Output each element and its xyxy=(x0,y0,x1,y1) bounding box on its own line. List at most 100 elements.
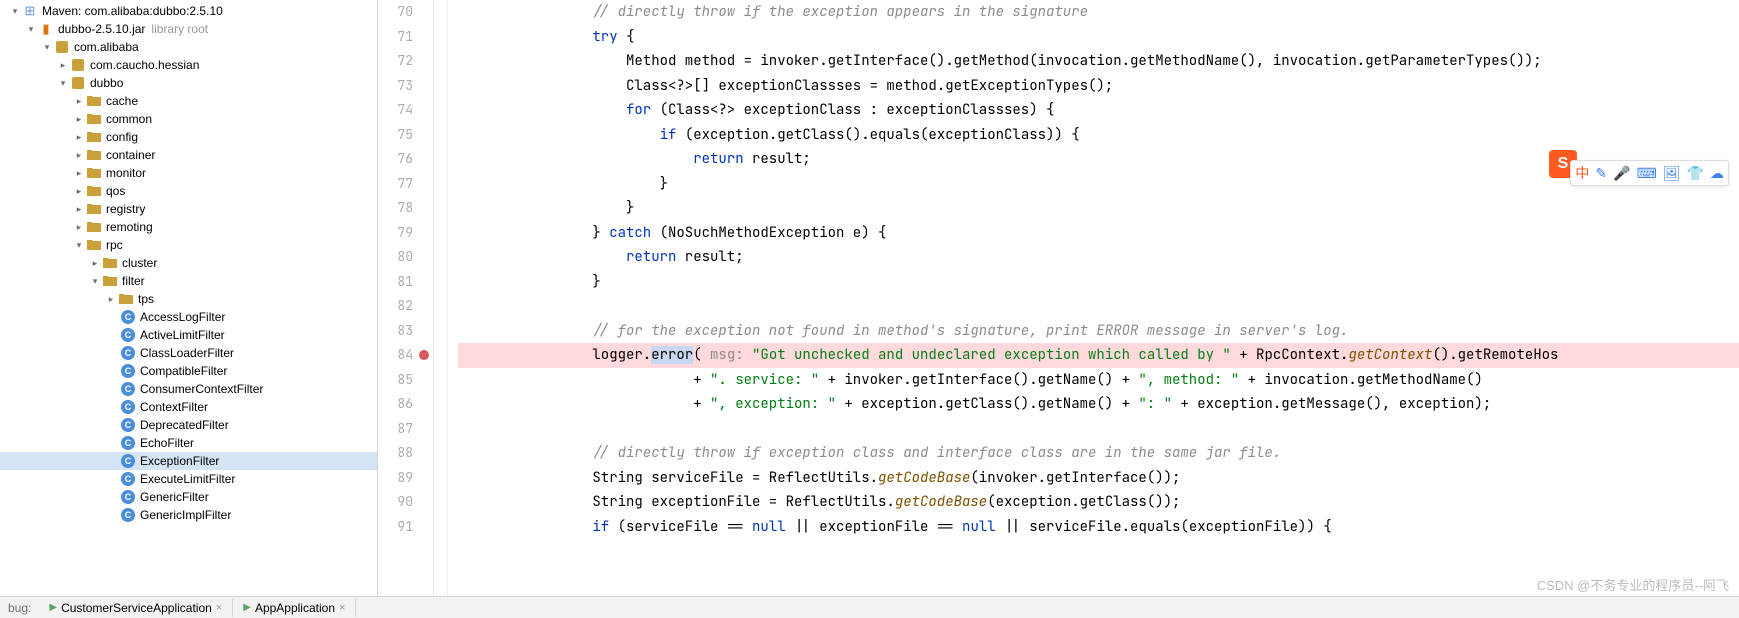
ime-edit-icon[interactable]: ✎ xyxy=(1595,165,1607,182)
tree-maven-root[interactable]: ▾ ⊞ Maven: com.alibaba:dubbo:2.5.10 xyxy=(0,2,377,20)
tree-class[interactable]: CExceptionFilter xyxy=(0,452,377,470)
tree-class[interactable]: C AccessLogFilter xyxy=(0,308,377,326)
code-line[interactable]: } catch (NoSuchMethodException e) { xyxy=(458,221,1739,246)
line-number[interactable]: 91 xyxy=(378,515,413,540)
line-number[interactable]: 90 xyxy=(378,490,413,515)
chevron-right-icon: ▸ xyxy=(74,150,84,161)
gutter[interactable]: 7071727374757677787980818283848586878889… xyxy=(378,0,434,596)
ime-cloud-icon[interactable]: ☁ xyxy=(1710,165,1724,182)
line-number[interactable]: 71 xyxy=(378,25,413,50)
tree-pkg[interactable]: ▾ com.alibaba xyxy=(0,38,377,56)
tree-folder[interactable]: ▸container xyxy=(0,146,377,164)
tree-label: AccessLogFilter xyxy=(140,310,225,324)
line-number[interactable]: 77 xyxy=(378,172,413,197)
tree-folder[interactable]: ▸config xyxy=(0,128,377,146)
ime-skin-icon[interactable]: 👕 xyxy=(1687,165,1704,182)
line-number[interactable]: 86 xyxy=(378,392,413,417)
line-number[interactable]: 79 xyxy=(378,221,413,246)
ime-keyboard-icon[interactable]: ⌨ xyxy=(1637,165,1657,182)
line-number[interactable]: 76 xyxy=(378,147,413,172)
line-number[interactable]: 85 xyxy=(378,368,413,393)
code-line[interactable]: // directly throw if the exception appea… xyxy=(458,0,1739,25)
tree-folder[interactable]: ▾rpc xyxy=(0,236,377,254)
tree-folder[interactable]: ▸remoting xyxy=(0,218,377,236)
code-line[interactable]: } xyxy=(458,270,1739,295)
tree-class[interactable]: CEchoFilter xyxy=(0,434,377,452)
line-number[interactable]: 83 xyxy=(378,319,413,344)
code-line[interactable]: return result; xyxy=(458,147,1739,172)
tree-folder[interactable]: ▸qos xyxy=(0,182,377,200)
code-line[interactable]: // directly throw if exception class and… xyxy=(458,441,1739,466)
tree-class[interactable]: CConsumerContextFilter xyxy=(0,380,377,398)
line-number[interactable]: 70 xyxy=(378,0,413,25)
run-tab[interactable]: ▶ CustomerServiceApplication × xyxy=(39,599,233,617)
code-line[interactable] xyxy=(458,294,1739,319)
code-line[interactable]: logger.error( msg: "Got unchecked and un… xyxy=(458,343,1739,368)
tree-folder[interactable]: ▸monitor xyxy=(0,164,377,182)
code-area[interactable]: // directly throw if the exception appea… xyxy=(448,0,1739,596)
chevron-down-icon: ▾ xyxy=(58,78,68,89)
line-number[interactable]: 74 xyxy=(378,98,413,123)
tree-label: cache xyxy=(106,94,138,108)
code-line[interactable]: for (Class<?> exceptionClass : exception… xyxy=(458,98,1739,123)
project-tree[interactable]: ▾ ⊞ Maven: com.alibaba:dubbo:2.5.10 ▾ ▮ … xyxy=(0,0,378,596)
line-number[interactable]: 72 xyxy=(378,49,413,74)
run-icon: ▶ xyxy=(243,602,251,613)
line-number[interactable]: 81 xyxy=(378,270,413,295)
code-line[interactable]: Class<?>[] exceptionClassses = method.ge… xyxy=(458,74,1739,99)
tree-folder[interactable]: ▾filter xyxy=(0,272,377,290)
tree-folder[interactable]: ▸registry xyxy=(0,200,377,218)
tree-pkg[interactable]: ▾ dubbo xyxy=(0,74,377,92)
class-icon: C xyxy=(120,453,136,469)
code-line[interactable]: } xyxy=(458,172,1739,197)
tree-folder[interactable]: ▸cluster xyxy=(0,254,377,272)
code-line[interactable]: // for the exception not found in method… xyxy=(458,319,1739,344)
code-editor[interactable]: 7071727374757677787980818283848586878889… xyxy=(378,0,1739,596)
tree-pkg[interactable]: ▸ com.caucho.hessian xyxy=(0,56,377,74)
line-number[interactable]: 78 xyxy=(378,196,413,221)
tree-folder[interactable]: ▸ cache xyxy=(0,92,377,110)
tree-folder[interactable]: ▸common xyxy=(0,110,377,128)
code-line[interactable]: + ", exception: " + exception.getClass()… xyxy=(458,392,1739,417)
ime-image-icon[interactable]: 🖼 xyxy=(1663,165,1681,182)
tree-class[interactable]: CClassLoaderFilter xyxy=(0,344,377,362)
code-line[interactable]: try { xyxy=(458,25,1739,50)
run-tab[interactable]: ▶ AppApplication × xyxy=(233,599,356,617)
line-number[interactable]: 87 xyxy=(378,417,413,442)
code-line[interactable]: return result; xyxy=(458,245,1739,270)
close-icon[interactable]: × xyxy=(339,602,345,614)
code-line[interactable]: Method method = invoker.getInterface().g… xyxy=(458,49,1739,74)
tree-class[interactable]: CGenericImplFilter xyxy=(0,506,377,524)
close-icon[interactable]: × xyxy=(216,602,222,614)
tree-class[interactable]: CActiveLimitFilter xyxy=(0,326,377,344)
tree-class[interactable]: CExecuteLimitFilter xyxy=(0,470,377,488)
chevron-right-icon: ▸ xyxy=(74,96,84,107)
ime-toolbar[interactable]: 中 ✎ 🎤 ⌨ 🖼 👕 ☁ xyxy=(1570,160,1729,186)
code-line[interactable]: } xyxy=(458,196,1739,221)
code-line[interactable] xyxy=(458,417,1739,442)
tree-folder[interactable]: ▸tps xyxy=(0,290,377,308)
line-number[interactable]: 84 xyxy=(378,343,413,368)
line-number[interactable]: 89 xyxy=(378,466,413,491)
line-number[interactable]: 88 xyxy=(378,441,413,466)
code-line[interactable]: if (exception.getClass().equals(exceptio… xyxy=(458,123,1739,148)
tree-class[interactable]: CContextFilter xyxy=(0,398,377,416)
tree-jar[interactable]: ▾ ▮ dubbo-2.5.10.jar library root xyxy=(0,20,377,38)
code-line[interactable]: + ". service: " + invoker.getInterface()… xyxy=(458,368,1739,393)
code-line[interactable]: if (serviceFile == null || exceptionFile… xyxy=(458,515,1739,540)
class-icon: C xyxy=(120,309,136,325)
line-number[interactable]: 82 xyxy=(378,294,413,319)
line-number[interactable]: 73 xyxy=(378,74,413,99)
chevron-down-icon: ▾ xyxy=(10,6,20,17)
code-line[interactable]: String exceptionFile = ReflectUtils.getC… xyxy=(458,490,1739,515)
breakpoint-icon[interactable] xyxy=(419,350,429,360)
line-number[interactable]: 80 xyxy=(378,245,413,270)
tree-label: ActiveLimitFilter xyxy=(140,328,225,342)
tree-class[interactable]: CDeprecatedFilter xyxy=(0,416,377,434)
tree-class[interactable]: CGenericFilter xyxy=(0,488,377,506)
ime-mic-icon[interactable]: 🎤 xyxy=(1613,165,1630,182)
ime-lang-icon[interactable]: 中 xyxy=(1575,163,1589,183)
line-number[interactable]: 75 xyxy=(378,123,413,148)
tree-class[interactable]: CCompatibleFilter xyxy=(0,362,377,380)
code-line[interactable]: String serviceFile = ReflectUtils.getCod… xyxy=(458,466,1739,491)
